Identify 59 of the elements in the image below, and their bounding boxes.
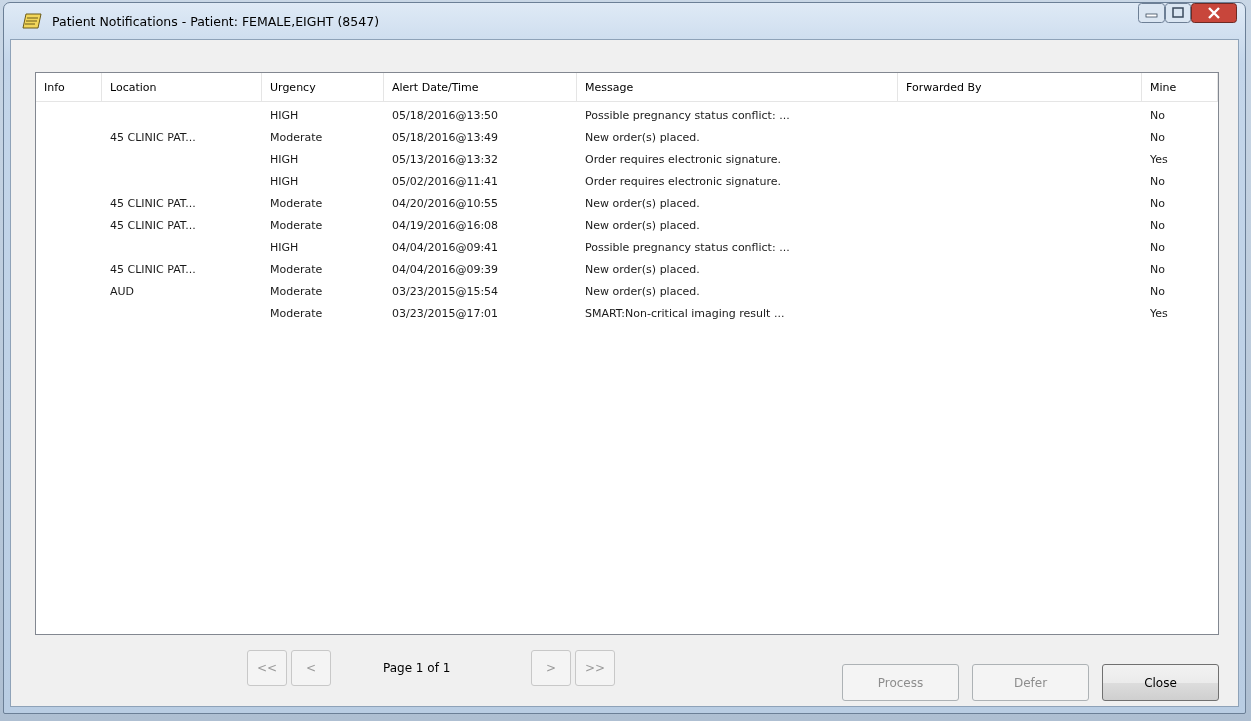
table-cell-text: Yes: [1149, 151, 1169, 168]
table-cell-text: HIGH: [269, 107, 300, 124]
table-cell-text: 45 CLINIC PAT...: [109, 129, 197, 146]
table-cell-text: 03/23/2015@15:54: [391, 283, 500, 300]
table-cell-text: HIGH: [269, 173, 300, 190]
close-button[interactable]: Close: [1102, 664, 1219, 701]
table-cell-text: Order requires electronic signature.: [584, 173, 782, 190]
table-cell-text: 03/23/2015@17:01: [391, 305, 500, 322]
table-cell-text: 04/04/2016@09:39: [391, 261, 500, 278]
table-cell-text: 05/18/2016@13:50: [391, 107, 500, 124]
table-cell-text: No: [1149, 283, 1166, 300]
table-cell-text: New order(s) placed.: [584, 261, 701, 278]
table-cell-text: Moderate: [269, 195, 324, 212]
table-cell-text: Moderate: [269, 129, 324, 146]
table-cell-text: No: [1149, 239, 1166, 256]
table-cell-text: 45 CLINIC PAT...: [109, 261, 197, 278]
column-header[interactable]: Mine: [1142, 73, 1218, 101]
column-header[interactable]: Urgency: [262, 73, 384, 101]
table-cell-text: Yes: [1149, 305, 1169, 322]
table-cell-text: 05/13/2016@13:32: [391, 151, 500, 168]
table-cell-text: Possible pregnancy status conflict: ...: [584, 107, 791, 124]
table-cell-text: No: [1149, 107, 1166, 124]
window-title: Patient Notifications - Patient: FEMALE,EIGHT (8547): [52, 13, 380, 29]
table-cell-text: 45 CLINIC PAT...: [109, 217, 197, 234]
table-cell-text: New order(s) placed.: [584, 195, 701, 212]
table-cell-text: SMART:Non-critical imaging result ...: [584, 305, 786, 322]
table-cell-text: 45 CLINIC PAT...: [109, 195, 197, 212]
table-cell-text: Moderate: [269, 283, 324, 300]
column-header[interactable]: Location: [102, 73, 262, 101]
table-cell-text: 04/20/2016@10:55: [391, 195, 500, 212]
minimize-icon[interactable]: [1138, 3, 1165, 23]
maximize-icon[interactable]: [1165, 3, 1191, 23]
table-cell-text: No: [1149, 129, 1166, 146]
column-header[interactable]: Forwarded By: [898, 73, 1142, 101]
table-cell-text: Possible pregnancy status conflict: ...: [584, 239, 791, 256]
table-cell-text: No: [1149, 173, 1166, 190]
table-cell-text: New order(s) placed.: [584, 217, 701, 234]
notepad-icon: [22, 11, 44, 31]
table-cell-text: AUD: [109, 283, 136, 300]
table-cell-text: Moderate: [269, 217, 324, 234]
table-cell-text: 05/02/2016@11:41: [391, 173, 500, 190]
column-header[interactable]: Alert Date/Time: [384, 73, 577, 101]
table-cell-text: New order(s) placed.: [584, 129, 701, 146]
table-cell-text: New order(s) placed.: [584, 283, 701, 300]
table-cell-text: No: [1149, 217, 1166, 234]
page-indicator: Page 1 of 1: [382, 661, 452, 675]
column-header[interactable]: Info: [36, 73, 102, 101]
table-cell-text: 05/18/2016@13:49: [391, 129, 500, 146]
table-cell-text: Moderate: [269, 305, 324, 322]
table-cell-text: Order requires electronic signature.: [584, 151, 782, 168]
table-cell-text: 04/19/2016@16:08: [391, 217, 500, 234]
table-cell-text: HIGH: [269, 239, 300, 256]
table-cell-text: Moderate: [269, 261, 324, 278]
table-cell-text: No: [1149, 261, 1166, 278]
column-header[interactable]: Message: [577, 73, 898, 101]
table-cell-text: No: [1149, 195, 1166, 212]
table-cell-text: 04/04/2016@09:41: [391, 239, 500, 256]
close-icon[interactable]: [1191, 3, 1237, 23]
table-cell-text: HIGH: [269, 151, 300, 168]
